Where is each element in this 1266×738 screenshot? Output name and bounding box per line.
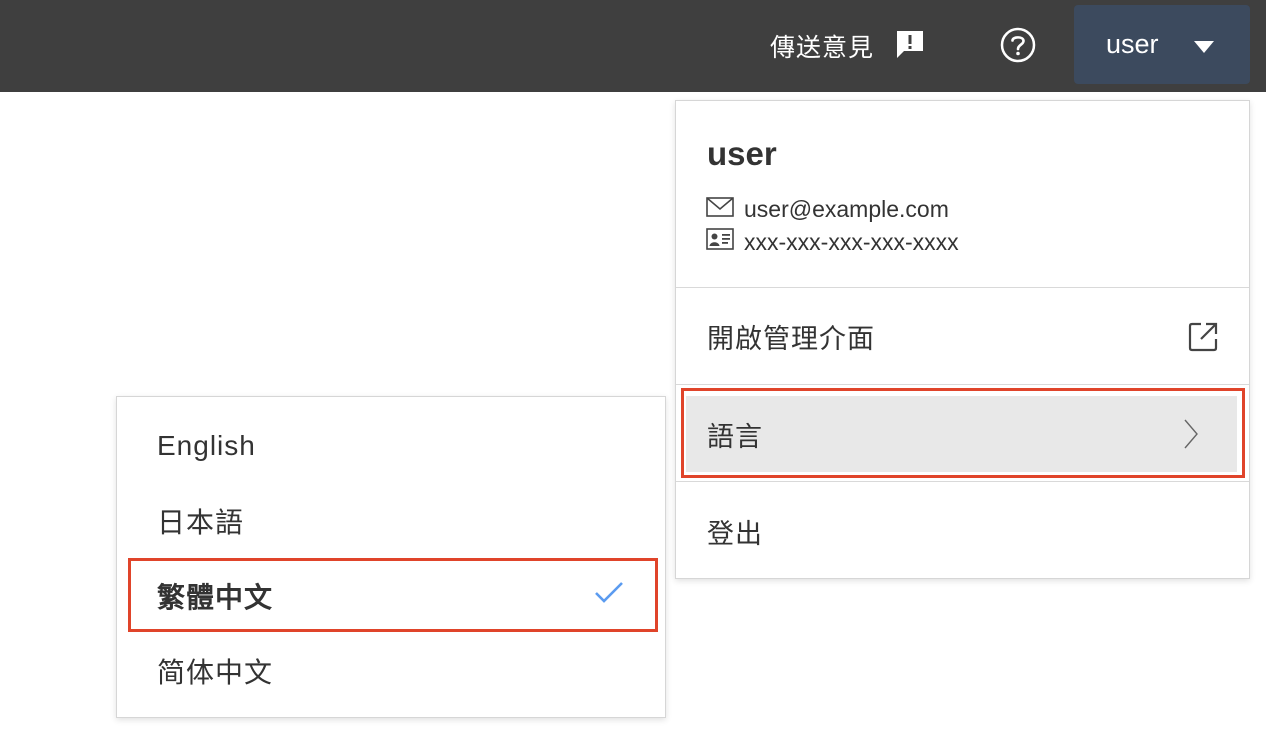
language-item[interactable]: 語言 [686, 396, 1237, 472]
account-id-row: xxx-xxx-xxx-xxx-xxxx [706, 228, 959, 256]
user-button-label: user [1106, 29, 1159, 59]
menu-divider [676, 481, 1249, 482]
caret-down-icon [1194, 40, 1214, 58]
id-card-icon [706, 228, 734, 256]
language-option-label: 简体中文 [157, 657, 274, 688]
language-option-label: 日本語 [157, 507, 245, 538]
feedback-button[interactable]: 傳送意見 [770, 26, 926, 66]
email-row: user@example.com [706, 196, 949, 223]
top-bar: 傳送意見 user [0, 0, 1266, 92]
language-option-simplified-chinese[interactable]: 简体中文 [117, 641, 665, 701]
user-menu-button[interactable]: user [1074, 5, 1250, 84]
user-email: user@example.com [744, 196, 949, 222]
feedback-label: 傳送意見 [770, 34, 875, 62]
feedback-bubble-icon [894, 28, 926, 65]
open-admin-console-item[interactable]: 開啟管理介面 [676, 289, 1249, 385]
user-name: user [707, 135, 777, 172]
open-admin-console-label: 開啟管理介面 [707, 324, 875, 354]
help-circle-icon [999, 27, 1037, 68]
account-id: xxx-xxx-xxx-xxx-xxxx [744, 228, 959, 255]
external-link-icon [1187, 321, 1219, 358]
mail-icon [706, 196, 734, 223]
language-option-english[interactable]: English [117, 416, 665, 476]
language-submenu: English 日本語 繁體中文 简体中文 [116, 396, 666, 718]
logout-label: 登出 [707, 519, 763, 549]
language-label: 語言 [707, 421, 763, 452]
checkmark-icon [593, 580, 625, 611]
help-button[interactable] [999, 26, 1037, 64]
user-profile-section: user user@example.com xxx-xxx-xxx-xxx-xx… [676, 101, 1249, 288]
language-option-japanese[interactable]: 日本語 [117, 491, 665, 551]
language-option-traditional-chinese[interactable]: 繁體中文 [117, 566, 665, 626]
chevron-right-icon [1183, 418, 1199, 455]
language-option-label: English [157, 430, 256, 461]
user-dropdown-menu: user user@example.com xxx-xxx-xxx-xxx-xx… [675, 100, 1250, 579]
logout-item[interactable]: 登出 [676, 484, 1249, 579]
language-option-label: 繁體中文 [157, 582, 274, 613]
